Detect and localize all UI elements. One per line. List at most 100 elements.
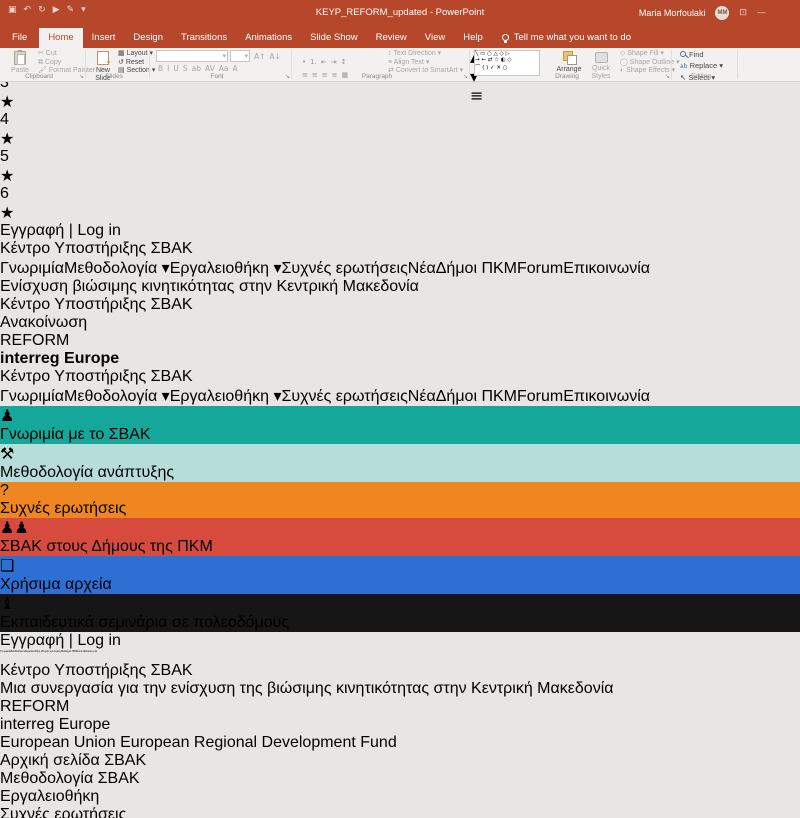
category-tile-icon: ? xyxy=(0,482,800,500)
quick-styles-icon xyxy=(595,52,608,63)
slides-group-label: Slides xyxy=(86,73,142,80)
ribbon-tab[interactable]: Transitions xyxy=(172,28,236,48)
site-nav-link: Επικοινωνία xyxy=(84,650,97,653)
minimize-button[interactable]: — xyxy=(757,8,766,18)
current-slide[interactable]: Εγγραφή | Log in Κέντρο Υποστήριξης ΣΒΑΚ… xyxy=(0,222,800,818)
main-area: 1 ★ 2 ★ 3 ★ 4 ★ 5 ★ xyxy=(0,0,800,818)
font-size-step-button[interactable]: A↓ xyxy=(267,52,282,61)
font-style-button[interactable]: B xyxy=(156,64,165,73)
category-tile-label: ΣΒΑΚ στους Δήμους της ΠΚΜ xyxy=(0,538,800,556)
clipboard-group: Paste ✂ Cut ⧉ Copy 🖌 Format Painter Clip… xyxy=(0,48,86,81)
slide-thumbnail-row: 4 ★ xyxy=(0,111,800,148)
tell-me-label: Tell me what you want to do xyxy=(514,32,631,43)
category-tiles-panel: ♟ Γνωριμία με το ΣΒΑΚ ⚒ Μεθοδολογία ανάπ… xyxy=(0,406,800,632)
new-slide-icon xyxy=(97,51,109,65)
site-nav-link: Νέα xyxy=(408,388,436,405)
ribbon-tab[interactable]: Review xyxy=(367,28,416,48)
drawing-group: ╲ ▭ ○ △ ◇ ▷→ ← ⇄ ☆ ◐ ◇⌒ ( ) ✓ ✕ ○ ▴▾≡ Ar… xyxy=(470,48,672,81)
ribbon-tab[interactable]: Home xyxy=(39,28,82,48)
category-tile-icon: ♟♟ xyxy=(0,518,800,538)
font-size-input[interactable]: ▾ xyxy=(230,50,250,62)
text-direction-button[interactable]: ↕ Text Direction ▾ xyxy=(388,50,463,59)
category-tile: ⚒ Μεθοδολογία ανάπτυξης xyxy=(0,444,800,482)
animation-star-icon: ★ xyxy=(0,92,800,111)
footer-links: Αρχική σελίδα ΣΒΑΚΜεθοδολογία ΣΒΑΚΕργαλε… xyxy=(0,752,800,818)
align-text-button[interactable]: ≡ Align Text ▾ xyxy=(388,59,463,68)
font-name-input[interactable]: ▾ xyxy=(156,50,228,62)
slide-number: 5 xyxy=(0,148,800,166)
site-nav-link: Forum xyxy=(517,388,563,405)
font-size-step-button[interactable]: A↑ xyxy=(252,52,267,61)
site-nav-link: Μεθοδολογία ▾ xyxy=(64,388,170,405)
lightbulb-icon xyxy=(502,34,509,41)
ribbon-tab[interactable]: Slide Show xyxy=(301,28,367,48)
paste-button[interactable]: Paste xyxy=(6,50,34,75)
site-logo: Κέντρο Υποστήριξης ΣΒΑΚ xyxy=(0,368,800,386)
ribbon-display-options-icon[interactable]: ⊡ xyxy=(739,8,747,18)
font-style-button[interactable]: AV xyxy=(203,64,217,73)
font-style-button[interactable]: ab xyxy=(190,64,203,73)
site-nav-link: Δήμοι ΠΚΜ xyxy=(65,650,77,653)
paragraph-right-buttons: ↕ Text Direction ▾ ≡ Align Text ▾ ⇄ Conv… xyxy=(388,50,463,76)
find-button[interactable]: Find xyxy=(680,49,723,60)
announcement-tile: Ανακοίνωση xyxy=(0,314,800,332)
shape-outline-button[interactable]: ◯ Shape Outline ▾ xyxy=(620,59,680,68)
animation-star-icon: ★ xyxy=(0,203,800,222)
site-nav: ΓνωριμίαΜεθοδολογία ▾Εργαλειοθήκη ▾Συχνέ… xyxy=(0,258,800,278)
font-style-button[interactable]: U xyxy=(171,64,181,73)
site-account-links: Εγγραφή | Log in xyxy=(0,632,800,650)
category-tile: ♟ Γνωριμία με το ΣΒΑΚ xyxy=(0,406,800,444)
slides-group: New Slide ▦ Layout ▾ ↺ Reset ▤ Section ▾… xyxy=(86,48,150,81)
site-logo: Κέντρο Υποστήριξης ΣΒΑΚ xyxy=(0,240,800,258)
site-nav-link: Συχνές ερωτήσεις xyxy=(281,260,407,277)
arrange-button[interactable]: Arrange xyxy=(554,50,584,74)
site-nav-link: Forum xyxy=(517,260,563,277)
site-nav-link: Forum xyxy=(77,650,84,653)
ribbon-tab[interactable]: Help xyxy=(454,28,492,48)
website-footer-screenshot: REFORM interreg Europe European Union Eu… xyxy=(0,698,800,818)
font-style-button[interactable]: A xyxy=(231,64,240,73)
clipboard-dialog-launcher[interactable]: ↘ xyxy=(79,73,84,80)
font-style-button[interactable]: Aa xyxy=(217,64,231,73)
category-tile-icon: ⚒ xyxy=(0,444,800,464)
shape-fill-button[interactable]: ◇ Shape Fill ▾ xyxy=(620,50,680,59)
signed-in-user[interactable]: Maria Morfoulaki xyxy=(639,8,706,18)
editing-group: Find ab Replace ▾ ↖ Select ▾ Editing xyxy=(672,48,738,81)
ribbon-tab[interactable]: Insert xyxy=(83,28,125,48)
site-nav-link: Συχνές ερωτήσεις xyxy=(42,650,61,653)
category-tile-icon: ♝ xyxy=(0,594,800,614)
powerpoint-window: ▣ ↶ ↻ ▶ ✎ ▾ KEYP_REFORM_updated - PowerP… xyxy=(0,0,800,409)
about-heading: Κέντρο Υποστήριξης ΣΒΑΚ xyxy=(0,662,800,680)
site-nav-link: Νέα xyxy=(408,260,436,277)
find-icon xyxy=(680,51,686,57)
user-avatar[interactable]: MM xyxy=(715,6,729,20)
category-tile-label: Μεθοδολογία ανάπτυξης xyxy=(0,464,800,482)
category-tile: ♟♟ ΣΒΑΚ στους Δήμους της ΠΚΜ xyxy=(0,518,800,556)
site-nav-link: Συχνές ερωτήσεις xyxy=(281,388,407,405)
animation-star-icon: ★ xyxy=(0,166,800,185)
slide-number: 4 xyxy=(0,111,800,129)
slide-thumbnail-row: 6 ★ xyxy=(0,185,800,222)
site-account-links: Εγγραφή | Log in xyxy=(0,222,800,240)
drawing-dialog-launcher[interactable]: ↘ xyxy=(665,73,670,80)
footer-link: Εργαλειοθήκη xyxy=(0,788,800,806)
reform-footer-logo: REFORM xyxy=(0,698,800,716)
ribbon-tab[interactable]: Animations xyxy=(236,28,301,48)
font-style-button[interactable]: S xyxy=(181,64,190,73)
banner-title: Κέντρο Υποστήριξης ΣΒΑΚ xyxy=(0,296,800,314)
category-tile-label: Εκπαιδευτικά σεμινάρια σε πολεοδόμους xyxy=(0,614,800,632)
shapes-gallery-row[interactable]: ⌒ ( ) ✓ ✕ ○ xyxy=(475,63,539,71)
ribbon-tab[interactable]: Design xyxy=(124,28,172,48)
tell-me-search[interactable]: Tell me what you want to do xyxy=(492,32,641,48)
site-nav-link: Γνωριμία xyxy=(0,388,64,405)
ribbon-tab[interactable]: View xyxy=(416,28,454,48)
paragraph-dialog-launcher[interactable]: ↘ xyxy=(463,73,468,80)
replace-button[interactable]: ab Replace ▾ xyxy=(680,60,723,72)
site-nav-link: Επικοινωνία xyxy=(563,388,650,405)
font-dialog-launcher[interactable]: ↘ xyxy=(285,73,290,80)
ribbon-tab[interactable]: File xyxy=(0,28,39,48)
font-group-label: Font xyxy=(150,73,284,80)
titlebar: ▣ ↶ ↻ ▶ ✎ ▾ KEYP_REFORM_updated - PowerP… xyxy=(0,0,800,26)
paragraph-group-label: Paragraph xyxy=(292,73,462,80)
clipboard-group-label: Clipboard xyxy=(0,73,78,80)
